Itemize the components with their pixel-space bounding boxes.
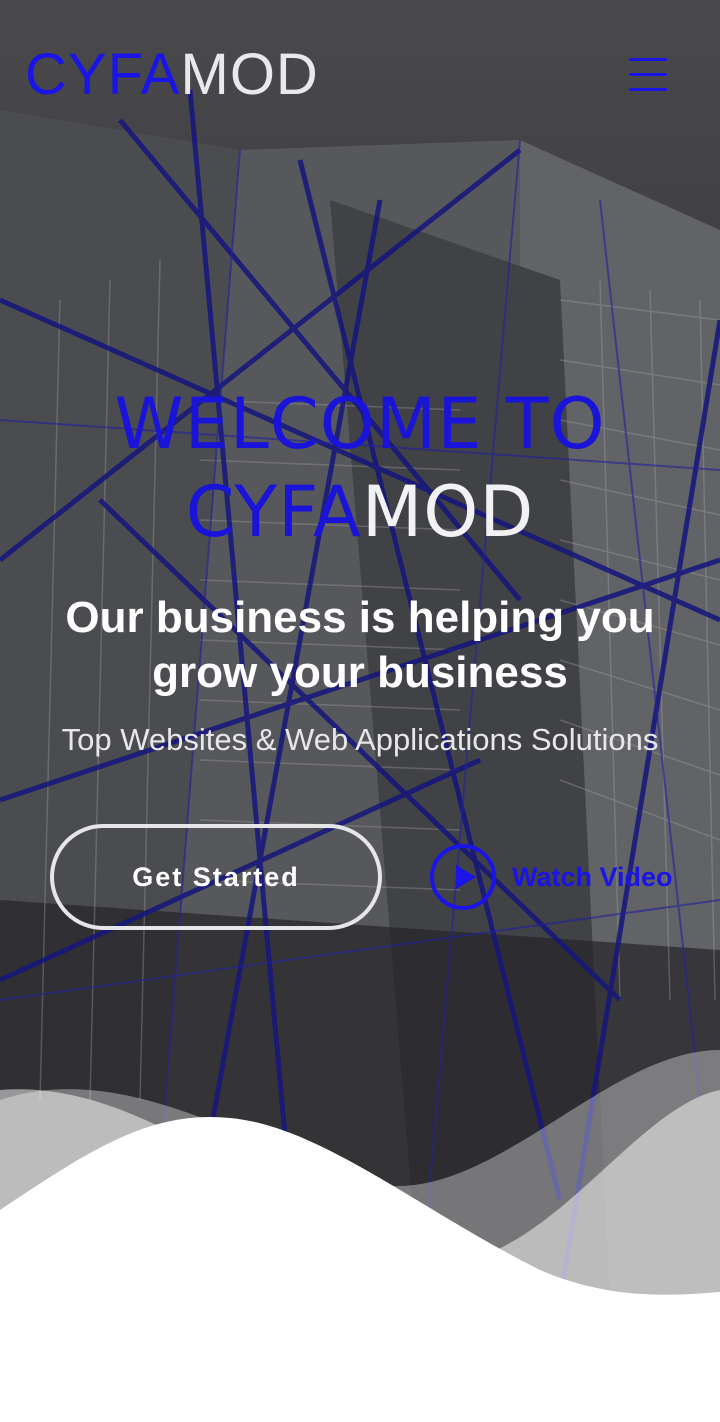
welcome-line-1: WELCOME TO: [114, 383, 606, 465]
play-icon[interactable]: [430, 844, 496, 910]
hero-subline: Top Websites & Web Applications Solution…: [61, 722, 659, 757]
welcome-heading: WELCOME TO CYFAMOD: [0, 380, 720, 556]
hamburger-menu-icon[interactable]: [620, 52, 676, 98]
page: CYFAMOD WELCOME TO CYFAMOD Our business …: [0, 0, 720, 1422]
menu-bar: [629, 73, 667, 76]
welcome-brand-rest: MOD: [361, 471, 535, 553]
logo-rest-text: MOD: [180, 42, 319, 107]
welcome-line-2: CYFAMOD: [0, 468, 720, 556]
watch-video-label: Watch Video: [512, 861, 673, 892]
site-header: CYFAMOD: [0, 0, 720, 150]
menu-bar: [629, 88, 667, 91]
watch-video-link[interactable]: Watch Video: [430, 842, 673, 912]
hero-wave-divider: [0, 1050, 720, 1422]
hero-headline: Our business is helping you grow your bu…: [65, 593, 655, 697]
welcome-brand-accent: CYFA: [185, 471, 362, 553]
get-started-button[interactable]: Get Started: [50, 824, 382, 930]
logo-accent-text: CYFA: [25, 42, 181, 107]
play-triangle: [455, 865, 476, 889]
menu-bar: [629, 58, 667, 61]
logo[interactable]: CYFAMOD: [25, 40, 319, 110]
